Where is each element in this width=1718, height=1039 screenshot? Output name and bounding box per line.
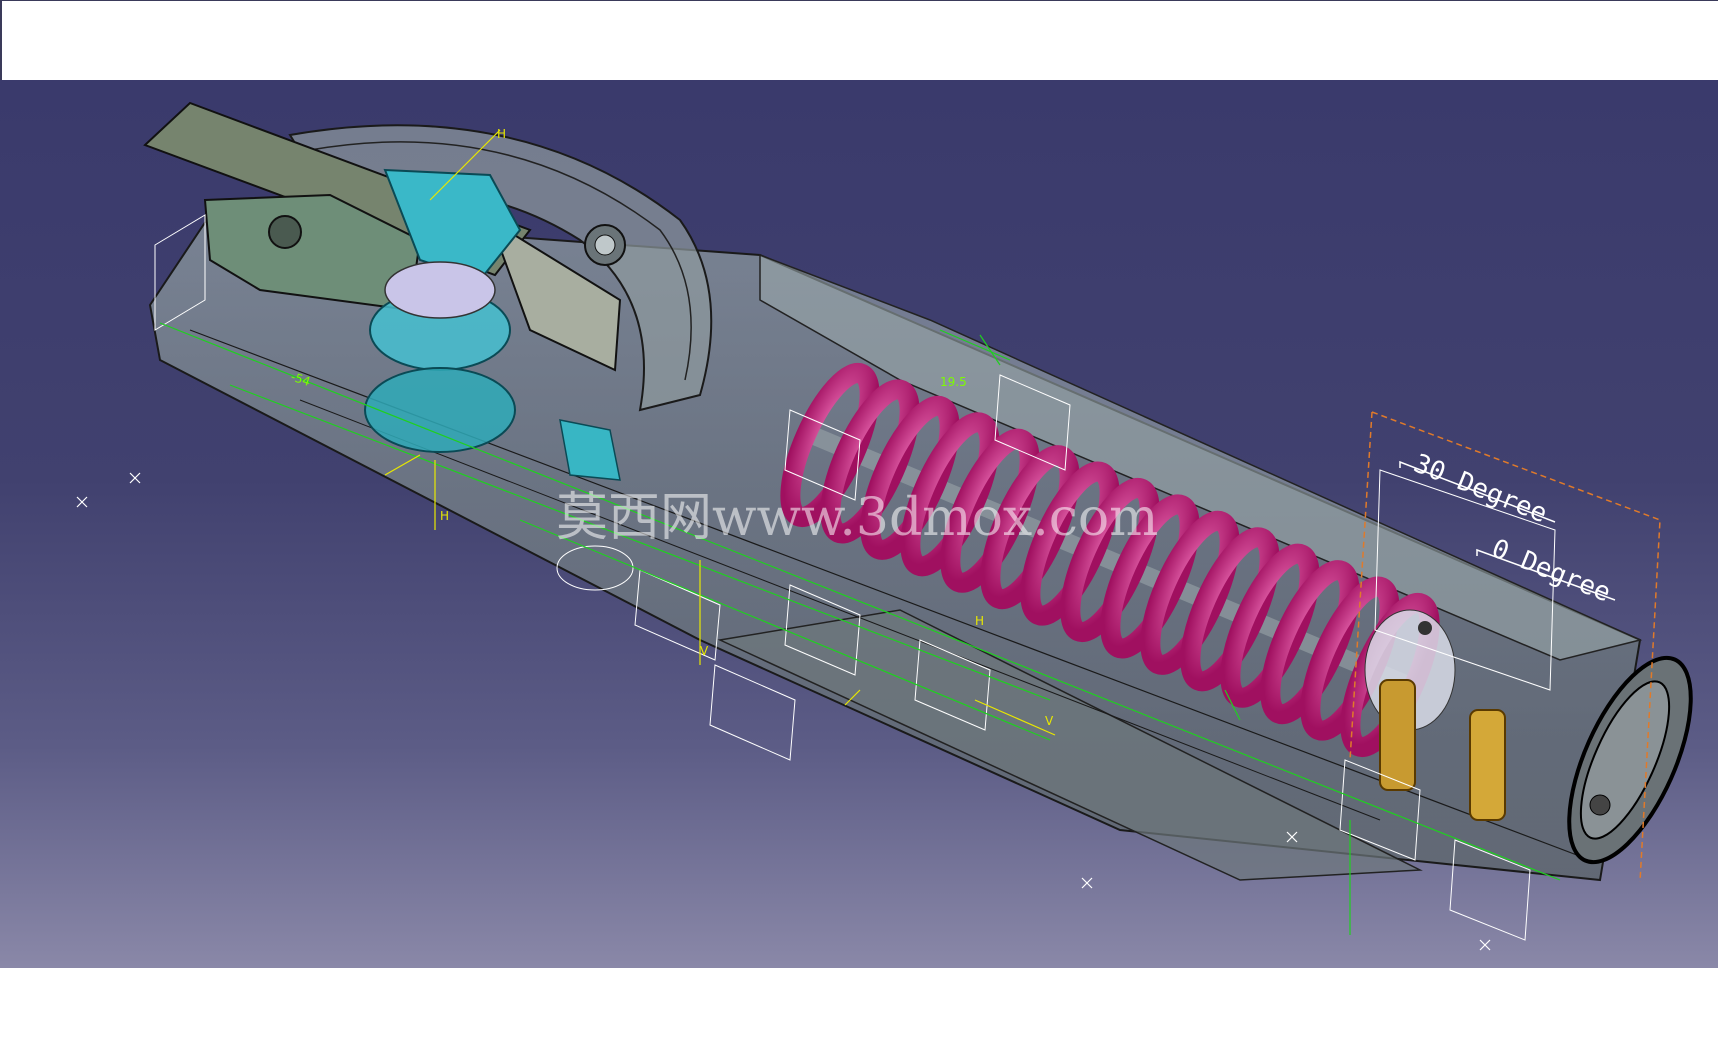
assembly-drawing: -54 19.5 H H V V H 30 Degree 0 Degree 莫西… xyxy=(76,101,1693,951)
angle-callout-30: 30 Degree xyxy=(1399,449,1556,530)
axis-label: H xyxy=(975,614,984,628)
axis-label: H xyxy=(440,509,449,523)
top-bar xyxy=(0,0,1718,80)
angle-label-30: 30 Degree xyxy=(1409,449,1551,530)
bottom-bar xyxy=(0,968,1718,1039)
axis-label: H xyxy=(497,127,506,141)
cad-3d-viewport[interactable]: -54 19.5 H H V V H 30 Degree 0 Degree 莫西… xyxy=(0,80,1718,968)
axis-label: V xyxy=(1045,714,1054,728)
watermark: 莫西网www.3dmox.com xyxy=(556,488,1158,548)
dimension-label: 19.5 xyxy=(940,375,967,389)
axis-label: V xyxy=(700,644,709,658)
